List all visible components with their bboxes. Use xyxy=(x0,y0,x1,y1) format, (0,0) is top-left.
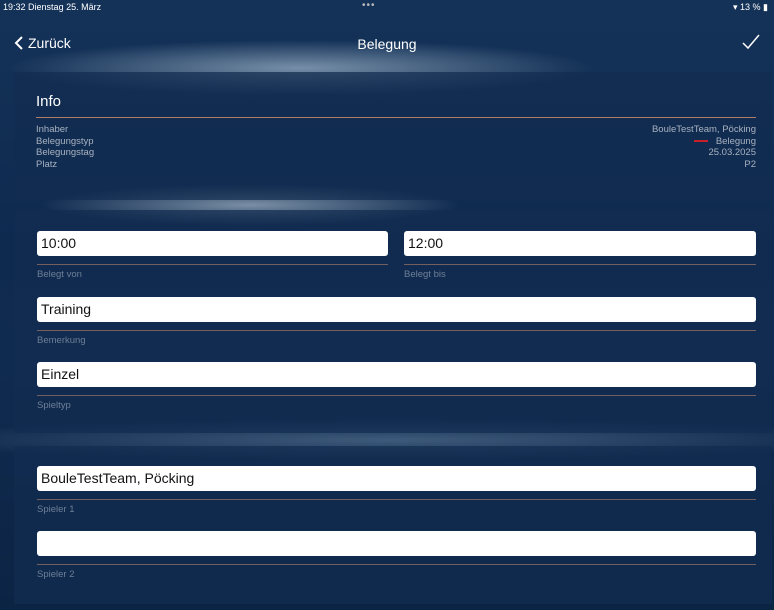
divider xyxy=(37,395,756,396)
divider xyxy=(404,264,756,265)
player2-input[interactable] xyxy=(37,531,756,556)
page-title: Belegung xyxy=(357,36,417,52)
divider xyxy=(37,564,756,565)
divider xyxy=(36,117,756,118)
gametype-field: Einzel Spieltyp xyxy=(37,362,756,411)
info-label: Belegungstyp xyxy=(36,135,94,147)
booking-form-panel: 10:00 Belegt von 12:00 Belegt bis Traini… xyxy=(14,210,772,433)
status-bar: 19:32 Dienstag 25. März ••• ▾ 13 % ▮ xyxy=(0,0,774,14)
divider xyxy=(37,330,756,331)
player1-input[interactable]: BouleTestTeam, Pöcking xyxy=(37,466,756,491)
status-clock: 19:32 xyxy=(3,2,26,12)
info-value: P2 xyxy=(744,158,756,170)
status-time: 19:32 Dienstag 25. März xyxy=(3,2,101,12)
players-panel: BouleTestTeam, Pöcking Spieler 1 Spieler… xyxy=(14,446,772,604)
battery-percent: 13 % xyxy=(740,2,761,12)
info-label: Inhaber xyxy=(36,124,69,135)
time-to-input[interactable]: 12:00 xyxy=(404,231,756,256)
info-list: Inhaber BouleTestTeam, Pöcking Belegungs… xyxy=(36,124,756,170)
status-date: Dienstag 25. März xyxy=(28,2,102,12)
player2-label: Spieler 2 xyxy=(37,569,75,580)
info-label: Platz xyxy=(36,158,58,170)
player2-field: Spieler 2 xyxy=(37,531,756,580)
player1-field: BouleTestTeam, Pöcking Spieler 1 xyxy=(37,466,756,515)
time-from-input[interactable]: 10:00 xyxy=(37,231,388,256)
color-marker xyxy=(693,139,708,142)
remark-label: Bemerkung xyxy=(37,335,86,346)
info-row-type: Belegungstyp Belegung xyxy=(36,136,756,148)
info-row-date: Belegungstag 25.03.2025 xyxy=(36,147,756,159)
divider xyxy=(37,499,756,500)
info-value-with-color: Belegung xyxy=(693,135,756,148)
info-panel: Info Inhaber BouleTestTeam, Pöcking Bele… xyxy=(14,72,772,200)
info-row-court: Platz P2 xyxy=(36,159,756,171)
battery-icon: ▮ xyxy=(763,2,768,12)
info-value: 25.03.2025 xyxy=(708,147,756,158)
info-row-owner: Inhaber BouleTestTeam, Pöcking xyxy=(36,124,756,136)
remark-input[interactable]: Training xyxy=(37,297,756,322)
divider xyxy=(37,264,388,265)
time-from-label: Belegt von xyxy=(37,269,82,280)
remark-field: Training Bemerkung xyxy=(37,297,756,346)
wifi-icon: ▾ xyxy=(732,2,738,12)
info-label: Belegungstag xyxy=(36,147,95,158)
multitasking-dots[interactable]: ••• xyxy=(362,0,376,11)
from-field: 10:00 Belegt von xyxy=(37,231,388,280)
info-value: Belegung xyxy=(715,135,756,147)
info-title: Info xyxy=(36,93,62,110)
to-field: 12:00 Belegt bis xyxy=(404,231,756,280)
info-value: BouleTestTeam, Pöcking xyxy=(651,124,756,135)
gametype-input[interactable]: Einzel xyxy=(37,362,756,387)
gametype-label: Spieltyp xyxy=(37,400,71,411)
checkmark-icon[interactable] xyxy=(742,34,760,50)
player1-label: Spieler 1 xyxy=(37,504,75,515)
time-to-label: Belegt bis xyxy=(404,269,446,280)
status-indicators: ▾ 13 % ▮ xyxy=(733,2,768,13)
navigation-bar: Zurück Belegung xyxy=(0,28,774,60)
